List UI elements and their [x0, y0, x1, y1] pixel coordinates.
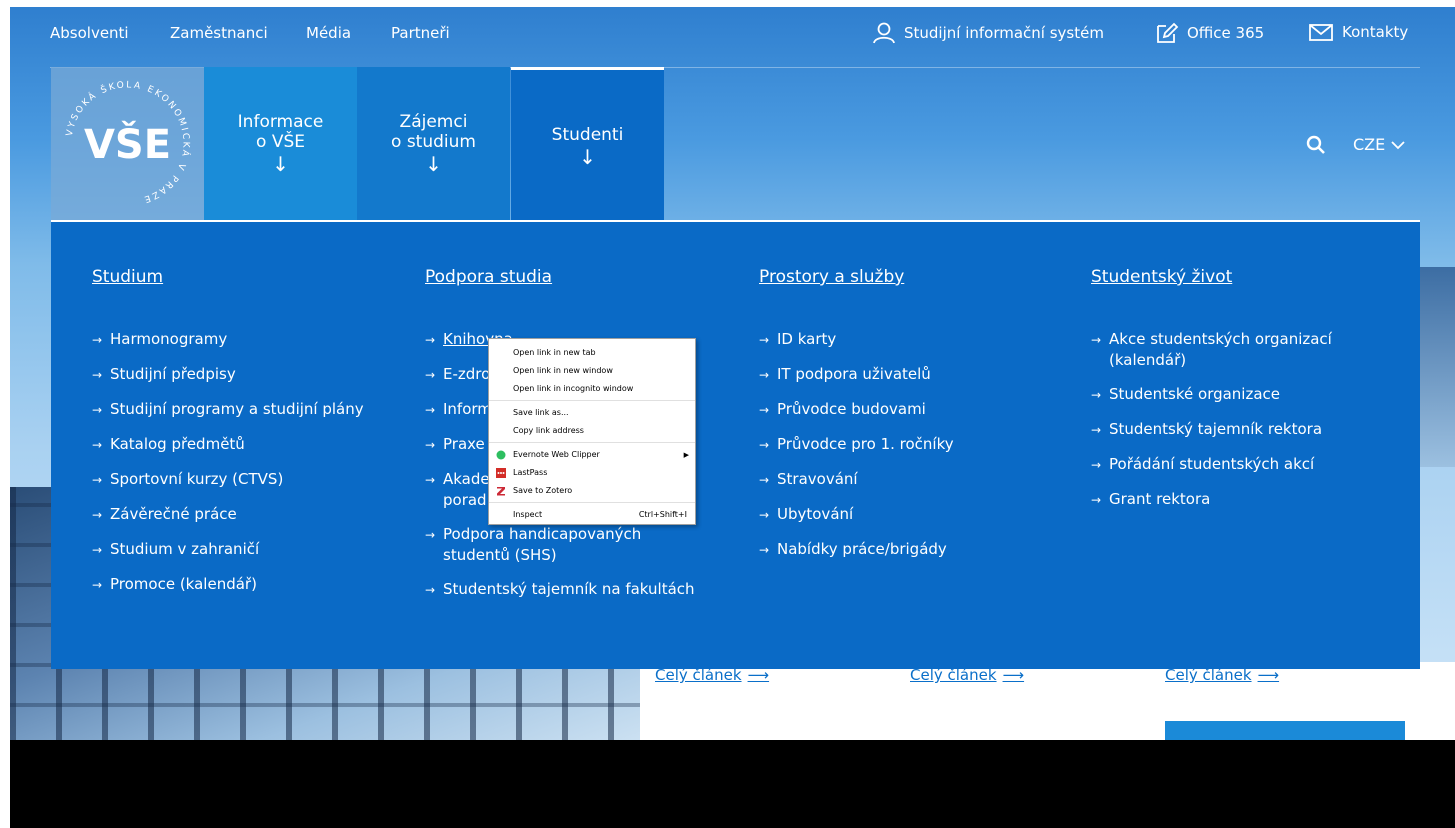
news-button[interactable]: [1165, 721, 1405, 740]
ctx-separator: [489, 442, 695, 443]
menu-item[interactable]: → Průvodce budovami: [759, 399, 1059, 420]
top-bar: Absolventi Zaměstnanci Média Partneři St…: [10, 7, 1455, 61]
ctx-evernote[interactable]: Evernote Web Clipper ▶: [489, 446, 695, 464]
logo-wordmark: VŠE: [84, 120, 171, 168]
ctx-separator: [489, 400, 695, 401]
menu-heading-prostory[interactable]: Prostory a služby: [759, 267, 1059, 287]
evernote-icon: [496, 450, 506, 460]
ctx-zotero[interactable]: Save to Zotero: [489, 482, 695, 500]
tab-zajemci-o-studium[interactable]: Zájemci o studium ↓: [357, 67, 510, 220]
office365-link[interactable]: Office 365: [1155, 22, 1264, 44]
ctx-open-incognito[interactable]: Open link in incognito window: [489, 380, 695, 398]
menu-column-zivot: Studentský život → Akce studentských orga…: [1091, 267, 1381, 524]
menu-heading-podpora[interactable]: Podpora studia: [425, 267, 725, 287]
menu-item[interactable]: → Sportovní kurzy (CTVS): [92, 469, 392, 490]
ctx-separator: [489, 502, 695, 503]
ctx-copy-link[interactable]: Copy link address: [489, 422, 695, 440]
kontakty-link[interactable]: Kontakty: [1308, 22, 1408, 42]
ctx-lastpass[interactable]: LastPass: [489, 464, 695, 482]
menu-item[interactable]: → Nabídky práce/brigády: [759, 539, 1059, 560]
sis-link[interactable]: Studijní informační systém: [872, 22, 1104, 44]
menu-item[interactable]: → Průvodce pro 1. ročníky: [759, 434, 1059, 455]
menu-item[interactable]: → Studijní předpisy: [92, 364, 392, 385]
submenu-arrow-icon: ▶: [683, 451, 689, 459]
vse-logo-emblem: VYSOKÁ ŠKOLA EKONOMICKÁ V PRAZE VŠE: [65, 80, 190, 204]
menu-item[interactable]: → Pořádání studentských akcí: [1091, 454, 1381, 475]
arrow-down-icon: ↓: [272, 152, 289, 176]
search-icon: [1306, 135, 1325, 154]
ctx-shortcut: Ctrl+Shift+I: [638, 510, 687, 519]
students-mega-menu: Studium → Harmonogramy → Studijní předpisy…: [51, 220, 1420, 669]
ctx-save-link[interactable]: Save link as...: [489, 404, 695, 422]
arrow-down-icon: ↓: [579, 145, 596, 169]
menu-item[interactable]: → Harmonogramy: [92, 329, 392, 350]
tab-studenti[interactable]: Studenti ↓: [511, 67, 664, 220]
arrow-down-icon: ↓: [425, 152, 442, 176]
menu-item[interactable]: → Grant rektora: [1091, 489, 1381, 510]
menu-column-prostory: Prostory a služby → ID karty → IT podpora …: [759, 267, 1059, 574]
edit-icon: [1157, 22, 1179, 43]
language-selector[interactable]: CZE: [1353, 135, 1405, 154]
top-link-absolventi[interactable]: Absolventi: [50, 24, 129, 42]
vse-logo[interactable]: VYSOKÁ ŠKOLA EKONOMICKÁ V PRAZE VŠE: [51, 67, 204, 220]
menu-item[interactable]: → ID karty: [759, 329, 1059, 350]
menu-item[interactable]: → Stravování: [759, 469, 1059, 490]
top-link-media[interactable]: Média: [306, 24, 351, 42]
ctx-inspect[interactable]: Inspect Ctrl+Shift+I: [489, 506, 695, 524]
menu-item[interactable]: → Akce studentských organizací (kalendář): [1091, 329, 1381, 370]
menu-heading-zivot[interactable]: Studentský život: [1091, 267, 1381, 287]
menu-item[interactable]: → Studium v zahraničí: [92, 539, 392, 560]
menu-item[interactable]: → Ubytování: [759, 504, 1059, 525]
top-link-zamestnanci[interactable]: Zaměstnanci: [170, 24, 268, 42]
page-background: Celý článek ⟶ Celý článek ⟶ Celý článek ⟶ A…: [10, 7, 1455, 740]
menu-heading-studium[interactable]: Studium: [92, 267, 392, 287]
menu-item[interactable]: → Studentské organizace: [1091, 384, 1381, 405]
menu-item[interactable]: → Podpora handicapovaných studentů (SHS): [425, 524, 725, 565]
ctx-open-new-window[interactable]: Open link in new window: [489, 362, 695, 380]
menu-item[interactable]: → Promoce (kalendář): [92, 574, 392, 595]
menu-item[interactable]: → Studijní programy a studijní plány: [92, 399, 392, 420]
black-band: [10, 740, 1455, 828]
lastpass-icon: [496, 468, 506, 478]
mail-icon: [1309, 24, 1333, 41]
zotero-icon: [497, 487, 505, 496]
menu-item[interactable]: → IT podpora uživatelů: [759, 364, 1059, 385]
tab-informace-o-vse[interactable]: Informace o VŠE ↓: [204, 67, 357, 220]
news-strip: Celý článek ⟶ Celý článek ⟶ Celý článek ⟶: [640, 662, 1455, 740]
menu-item[interactable]: → Katalog předmětů: [92, 434, 392, 455]
user-icon: [873, 22, 895, 44]
menu-item[interactable]: → Závěrečné práce: [92, 504, 392, 525]
menu-column-studium: Studium → Harmonogramy → Studijní předpisy…: [92, 267, 392, 609]
chevron-down-icon: [1391, 140, 1405, 149]
context-menu: Open link in new tab Open link in new wi…: [488, 338, 696, 525]
top-link-partneri[interactable]: Partneři: [391, 24, 450, 42]
menu-item[interactable]: → Studentský tajemník na fakultách: [425, 579, 725, 600]
search-button[interactable]: [1306, 135, 1326, 159]
menu-item[interactable]: → Studentský tajemník rektora: [1091, 419, 1381, 440]
ctx-open-new-tab[interactable]: Open link in new tab: [489, 344, 695, 362]
